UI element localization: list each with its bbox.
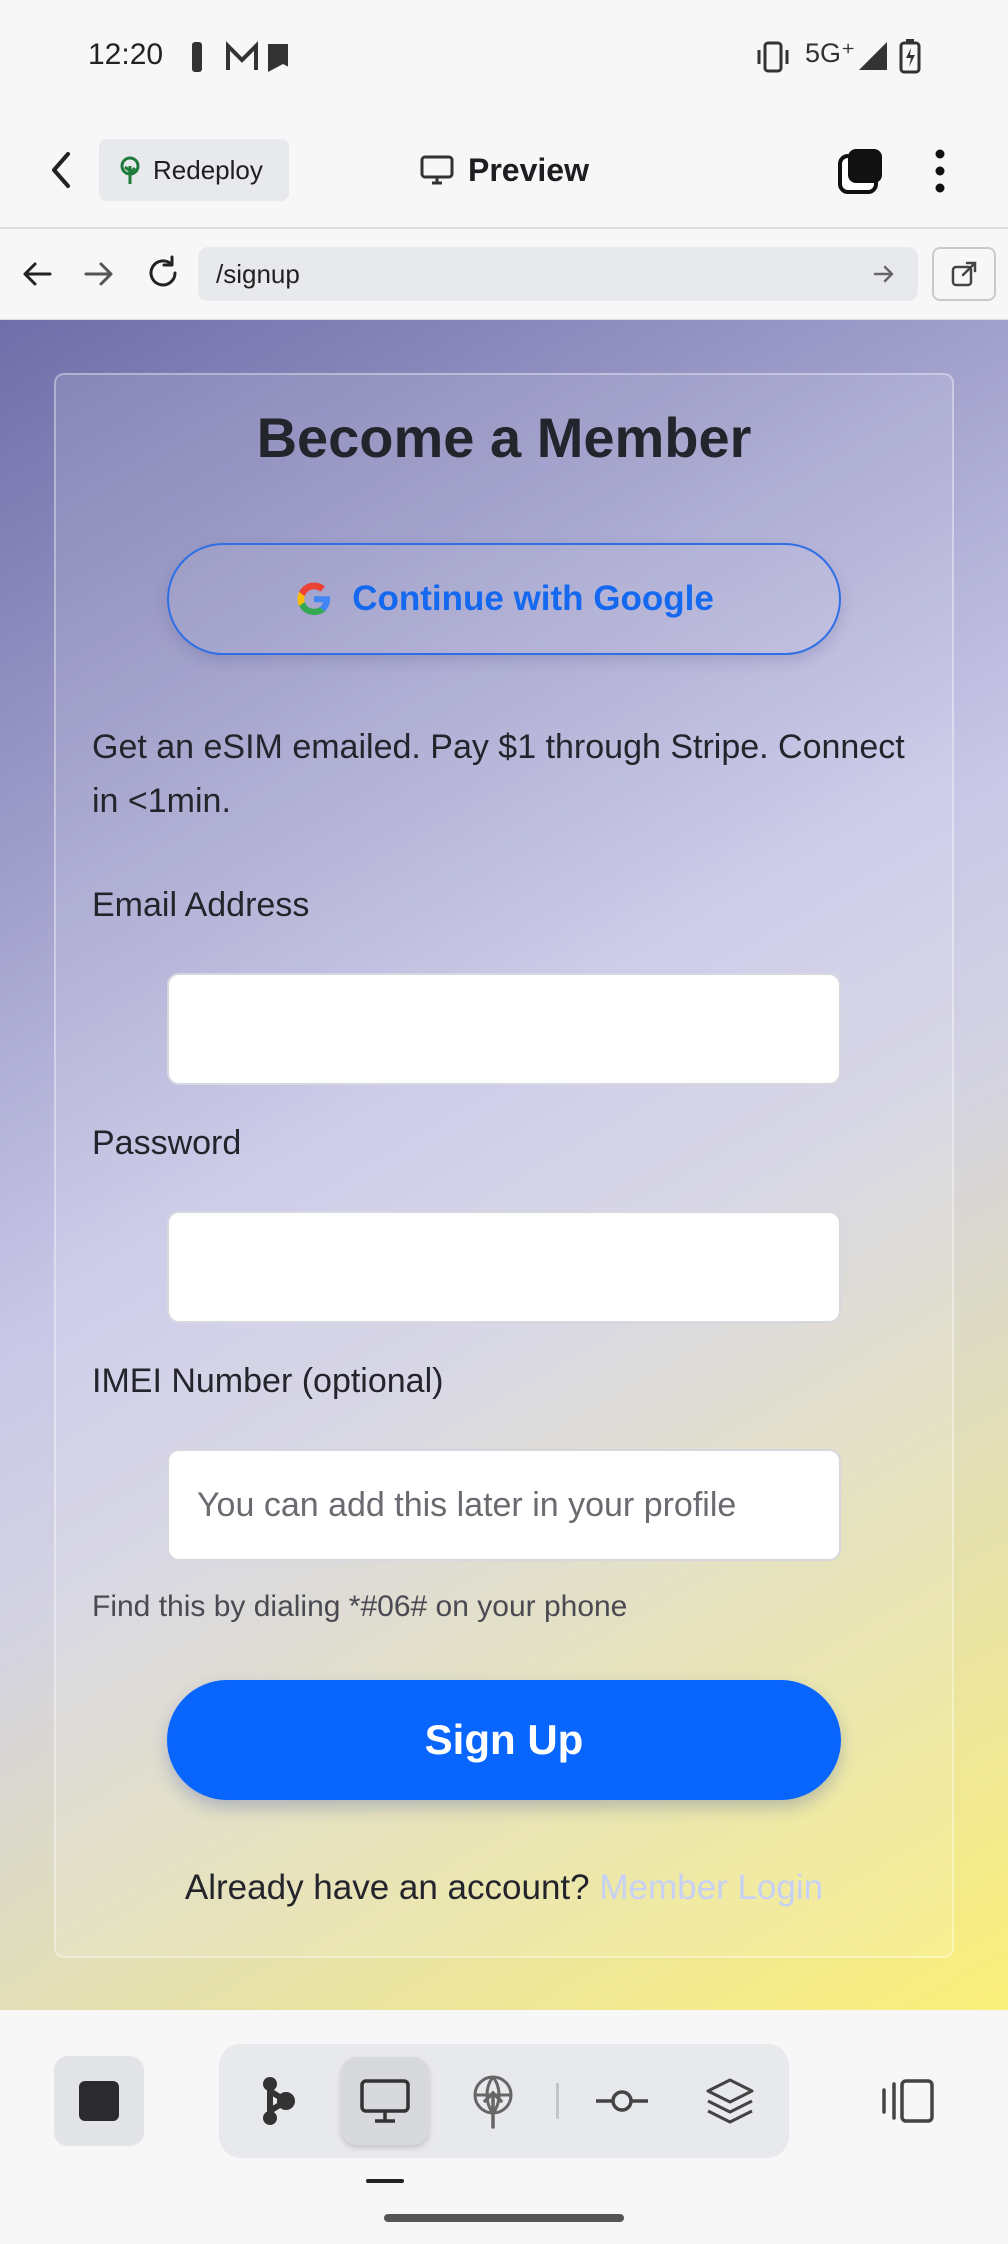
tree-icon xyxy=(120,156,140,184)
more-icon[interactable] xyxy=(930,146,950,196)
login-prompt: Already have an account? Member Login xyxy=(54,1868,954,1908)
signal-icon xyxy=(859,42,887,70)
imei-label: IMEI Number (optional) xyxy=(92,1362,444,1400)
preview-label: Preview xyxy=(468,151,589,188)
status-bar: 12:20 5G⁺ xyxy=(0,0,1008,115)
signup-button[interactable]: Sign Up xyxy=(167,1680,841,1800)
google-button-label: Continue with Google xyxy=(352,579,714,618)
preview-title: Preview xyxy=(420,145,589,195)
reload-icon[interactable] xyxy=(145,255,181,291)
open-external-button[interactable] xyxy=(932,247,996,301)
redeploy-label: Redeploy xyxy=(153,154,263,185)
url-text: /signup xyxy=(216,258,300,289)
split-view-icon xyxy=(882,2079,934,2123)
notification-icons xyxy=(192,41,288,72)
stop-button[interactable] xyxy=(54,2056,144,2146)
email-label: Email Address xyxy=(92,886,310,924)
url-field[interactable]: /signup xyxy=(198,247,918,301)
arrow-left-icon[interactable] xyxy=(20,258,54,290)
commit-icon xyxy=(596,2090,648,2112)
go-arrow-icon[interactable] xyxy=(872,263,896,285)
deploy-icon xyxy=(473,2075,513,2129)
google-icon xyxy=(297,582,331,615)
google-signin-button[interactable]: Continue with Google xyxy=(167,543,841,655)
status-time: 12:20 xyxy=(88,38,164,71)
description-text: Get an eSIM emailed. Pay $1 through Stri… xyxy=(92,728,905,820)
split-view-button[interactable] xyxy=(880,2078,936,2129)
monitor-icon xyxy=(420,155,454,185)
password-field[interactable] xyxy=(167,1211,841,1323)
active-tab-indicator xyxy=(366,2179,404,2183)
deploy-button[interactable] xyxy=(449,2057,537,2145)
agent-icon xyxy=(263,2077,295,2125)
signup-button-label: Sign Up xyxy=(424,1716,584,1763)
toolbar-divider xyxy=(556,2083,559,2119)
redeploy-button[interactable]: Redeploy xyxy=(99,139,289,201)
member-login-link[interactable]: Member Login xyxy=(599,1868,823,1907)
login-prompt-text: Already have an account? xyxy=(184,1868,590,1907)
vibrate-icon xyxy=(757,41,789,73)
battery-icon xyxy=(899,39,921,74)
tabs-icon[interactable] xyxy=(836,146,886,196)
desktop-icon xyxy=(360,2079,410,2123)
stop-icon xyxy=(79,2081,119,2121)
commit-button[interactable] xyxy=(578,2057,666,2145)
agent-button[interactable] xyxy=(234,2057,322,2145)
open-external-icon xyxy=(951,261,977,287)
email-field[interactable] xyxy=(167,973,841,1085)
imei-hint: Find this by dialing *#06# on your phone xyxy=(92,1590,628,1623)
layers-icon xyxy=(706,2078,754,2124)
arrow-right-icon[interactable] xyxy=(82,258,116,290)
network-type: 5G⁺ xyxy=(805,38,856,68)
imei-field[interactable] xyxy=(167,1449,841,1561)
password-label: Password xyxy=(92,1124,242,1162)
home-indicator[interactable] xyxy=(384,2214,624,2222)
page-title: Become a Member xyxy=(256,406,752,469)
desktop-button[interactable] xyxy=(341,2057,429,2145)
layers-button[interactable] xyxy=(686,2057,774,2145)
back-icon[interactable] xyxy=(46,150,76,190)
